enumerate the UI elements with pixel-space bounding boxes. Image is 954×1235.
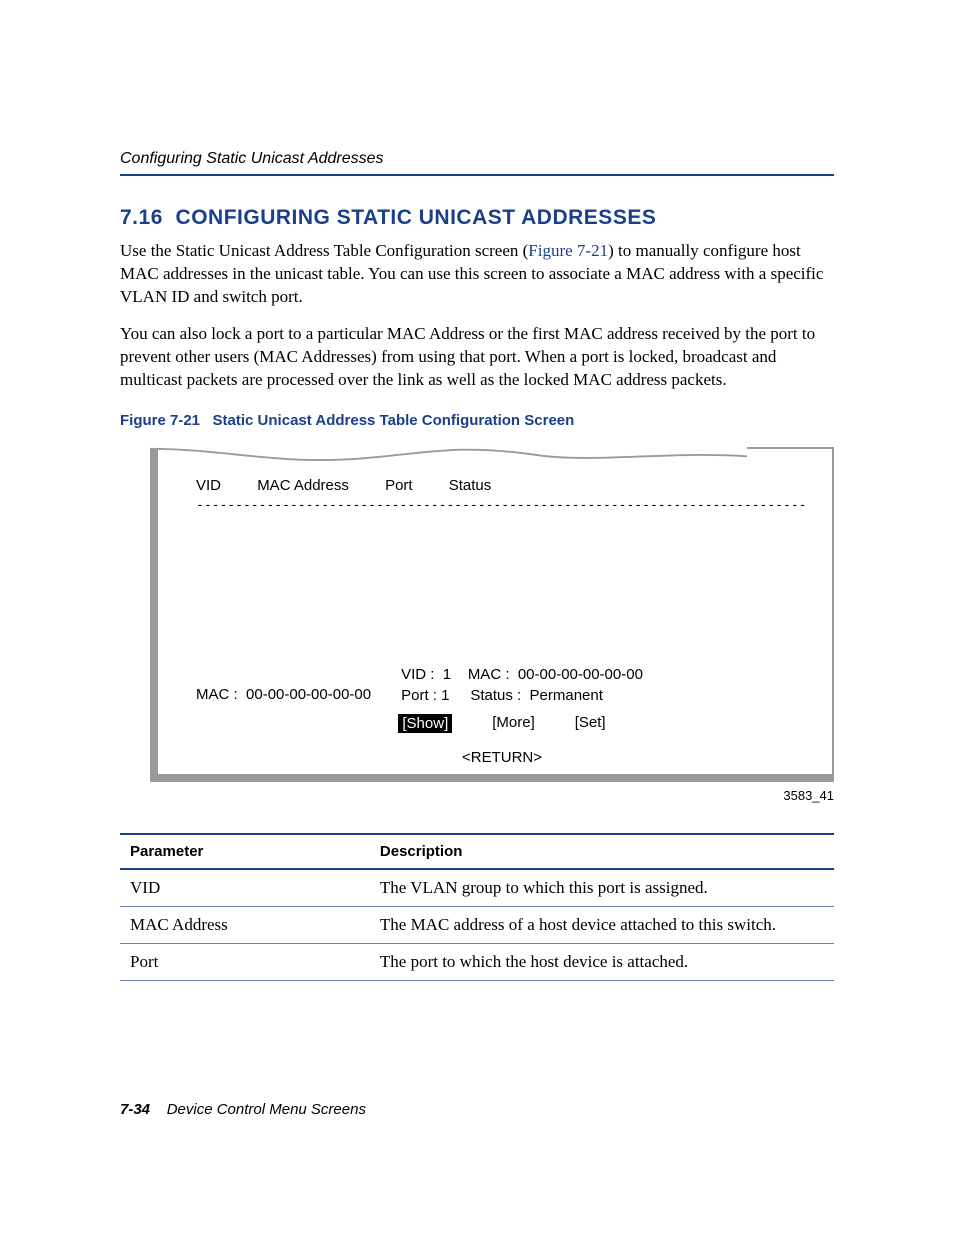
terminal-column-headers: VID MAC Address Port Status <box>196 477 808 494</box>
section-heading: 7.16 CONFIGURING STATIC UNICAST ADDRESSE… <box>120 206 834 230</box>
parameter-table: Parameter Description VID The VLAN group… <box>120 833 834 981</box>
table-row: VID The VLAN group to which this port is… <box>120 869 834 907</box>
terminal-buttons-row: [Show] [More] [Set] <box>196 714 808 733</box>
col-mac: MAC Address <box>257 477 349 494</box>
footer-title: Device Control Menu Screens <box>167 1101 366 1118</box>
table-row: MAC Address The MAC address of a host de… <box>120 906 834 943</box>
status-label: Status : <box>470 687 521 704</box>
mac2-label: MAC : <box>468 666 510 683</box>
vid-label: VID : <box>401 666 434 683</box>
figure-id: 3583_41 <box>150 788 834 803</box>
section-number: 7.16 <box>120 206 163 229</box>
set-button[interactable]: [Set] <box>575 714 606 733</box>
mac-field-left: MAC : 00-00-00-00-00-00 <box>196 664 371 706</box>
more-button[interactable]: [More] <box>492 714 535 733</box>
th-parameter: Parameter <box>120 834 370 869</box>
col-port: Port <box>385 477 413 494</box>
th-description: Description <box>370 834 834 869</box>
terminal-separator: ----------------------------------------… <box>196 498 808 513</box>
mac-value: 00-00-00-00-00-00 <box>246 686 371 703</box>
page-footer: 7-34 Device Control Menu Screens <box>120 1101 834 1118</box>
figure-title: Static Unicast Address Table Configurati… <box>213 412 575 429</box>
figure-label: Figure 7-21 <box>120 412 200 429</box>
figure-caption: Figure 7-21 Static Unicast Address Table… <box>120 412 834 429</box>
mac-label: MAC : <box>196 686 238 703</box>
cell-desc: The MAC address of a host device attache… <box>370 906 834 943</box>
section-title-text: CONFIGURING STATIC UNICAST ADDRESSES <box>176 206 657 229</box>
terminal-screenshot: VID MAC Address Port Status ------------… <box>150 447 834 782</box>
mac2-value: 00-00-00-00-00-00 <box>518 666 643 683</box>
intro-paragraph: Use the Static Unicast Address Table Con… <box>120 240 834 309</box>
intro-pre: Use the Static Unicast Address Table Con… <box>120 241 528 260</box>
status-value: Permanent <box>530 687 603 704</box>
page-number: 7-34 <box>120 1101 150 1118</box>
cell-desc: The port to which the host device is att… <box>370 943 834 980</box>
running-header: Configuring Static Unicast Addresses <box>120 150 834 176</box>
cell-param: MAC Address <box>120 906 370 943</box>
figure-reference-link[interactable]: Figure 7-21 <box>528 241 608 260</box>
col-status: Status <box>449 477 492 494</box>
port-value: 1 <box>441 687 449 704</box>
cell-param: VID <box>120 869 370 907</box>
cell-desc: The VLAN group to which this port is ass… <box>370 869 834 907</box>
vid-value: 1 <box>443 666 451 683</box>
col-vid: VID <box>196 477 221 494</box>
cell-param: Port <box>120 943 370 980</box>
port-label: Port : <box>401 687 437 704</box>
show-button[interactable]: [Show] <box>398 714 452 733</box>
return-button[interactable]: <RETURN> <box>462 749 542 766</box>
table-row: Port The port to which the host device i… <box>120 943 834 980</box>
second-paragraph: You can also lock a port to a particular… <box>120 323 834 392</box>
